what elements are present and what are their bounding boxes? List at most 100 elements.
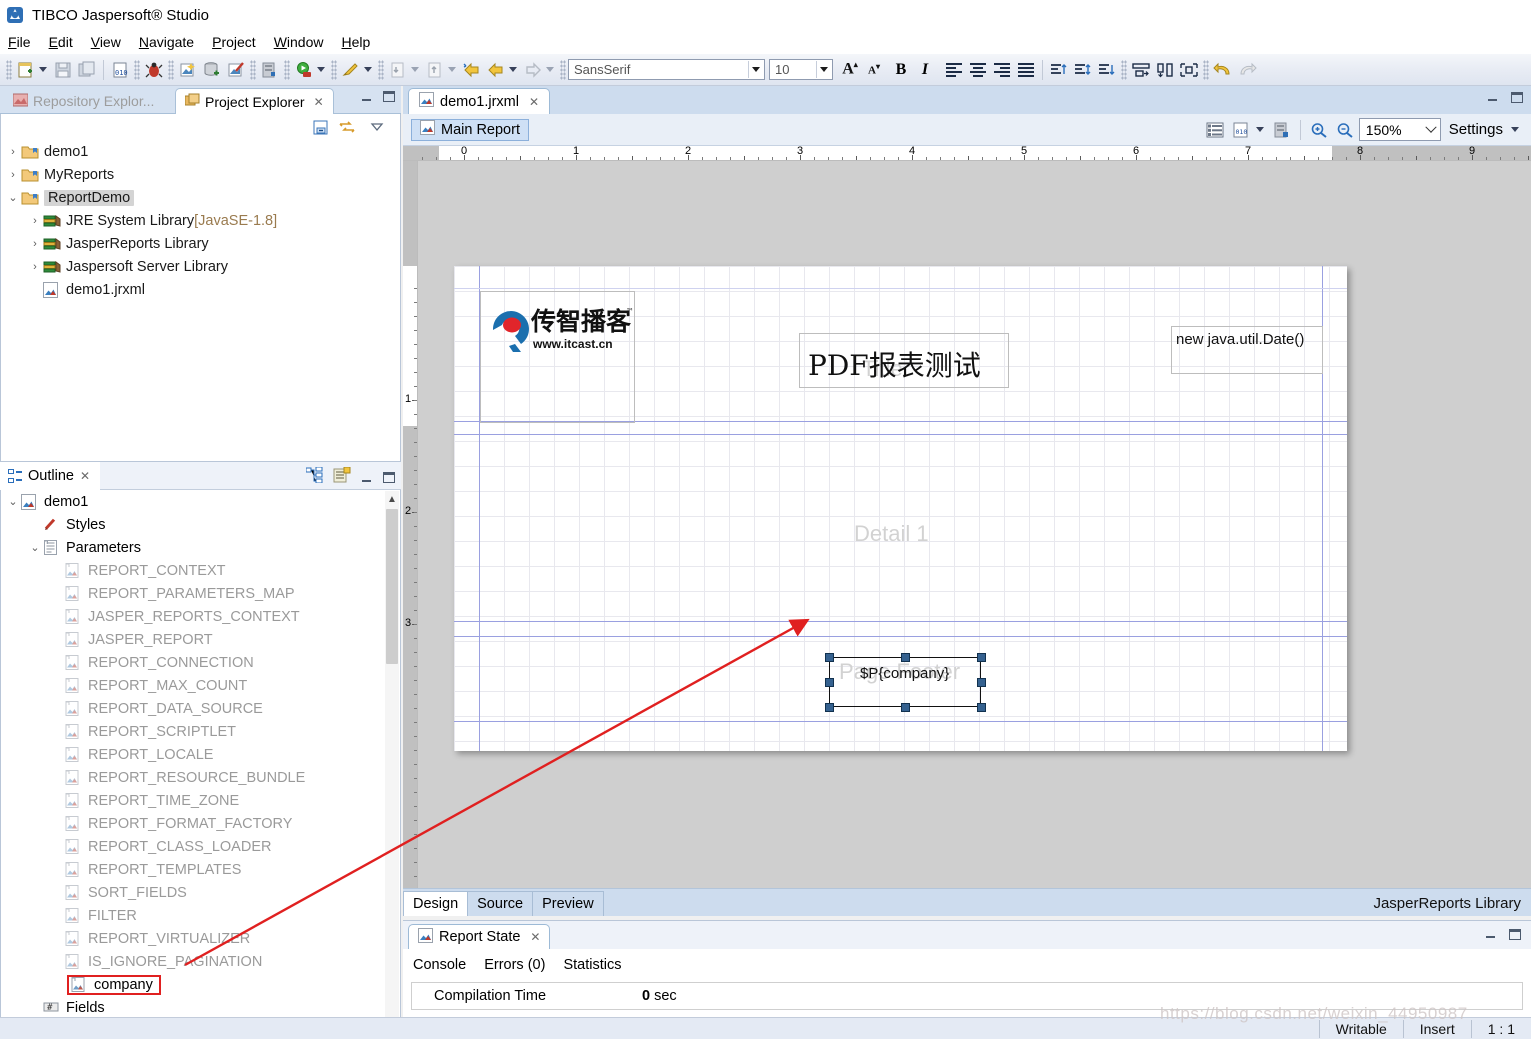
export-dropdown-icon[interactable]: [448, 67, 456, 72]
font-size-dropdown-icon[interactable]: [816, 61, 830, 78]
increase-font-icon[interactable]: A▴: [839, 59, 861, 81]
minimize-icon[interactable]: [1487, 92, 1499, 102]
outline-tree-item[interactable]: REPORT_DATA_SOURCE: [1, 697, 400, 720]
toolbar-grip[interactable]: [6, 59, 12, 80]
menu-edit[interactable]: Edit: [49, 34, 73, 50]
zoom-dropdown-icon[interactable]: [1422, 121, 1440, 134]
chevron-down-icon[interactable]: ⌄: [5, 191, 21, 204]
scroll-up-icon[interactable]: ▲: [385, 491, 399, 507]
settings-button[interactable]: Settings: [1443, 121, 1525, 138]
minimize-icon[interactable]: [1485, 929, 1497, 939]
new-style-icon[interactable]: [225, 59, 247, 81]
outline-tree-item[interactable]: REPORT_CONNECTION: [1, 651, 400, 674]
decrease-font-icon[interactable]: A▾: [863, 59, 885, 81]
back-dropdown-icon[interactable]: [509, 67, 517, 72]
outline-tree-item[interactable]: ⌄ demo1: [1, 490, 400, 513]
subtab-errors[interactable]: Errors (0): [484, 957, 545, 973]
forward-icon[interactable]: [485, 59, 507, 81]
outline-tree-item[interactable]: REPORT_VIRTUALIZER: [1, 927, 400, 950]
report-design-canvas[interactable]: Title Detail 1 Page Footer 传智播客 ™ www.it…: [418, 161, 1531, 916]
align-right-icon[interactable]: [991, 59, 1013, 81]
project-tree-item[interactable]: › demo1: [1, 140, 400, 163]
close-icon[interactable]: ✕: [529, 95, 539, 109]
maximize-icon[interactable]: [1509, 929, 1521, 940]
next-dropdown-icon[interactable]: [546, 67, 554, 72]
outline-tree-item[interactable]: company: [1, 973, 400, 996]
new-dropdown-icon[interactable]: [39, 67, 47, 72]
new-icon[interactable]: [15, 59, 37, 81]
run-icon[interactable]: [293, 59, 315, 81]
maximize-icon[interactable]: [383, 472, 395, 483]
view-menu-icon[interactable]: [368, 118, 386, 136]
outline-tree-item[interactable]: REPORT_CLASS_LOADER: [1, 835, 400, 858]
fit-selection-icon[interactable]: [1178, 59, 1200, 81]
tab-project-explorer[interactable]: Project Explorer ✕: [175, 88, 334, 114]
resize-handle-s[interactable]: [901, 703, 910, 712]
valign-middle-icon[interactable]: [1072, 59, 1094, 81]
undo-icon[interactable]: [1212, 59, 1234, 81]
chevron-right-icon[interactable]: ›: [5, 146, 21, 158]
minimize-icon[interactable]: [361, 92, 373, 102]
outline-scrollbar[interactable]: ▲ ▼: [385, 491, 399, 1033]
resize-handle-n[interactable]: [901, 653, 910, 662]
link-with-editor-icon[interactable]: [338, 118, 356, 136]
preview-dropdown-icon[interactable]: [364, 67, 372, 72]
settings-dropdown-icon[interactable]: [1511, 127, 1519, 132]
dataset-icon[interactable]: 010: [1230, 119, 1252, 141]
outline-tree-item[interactable]: REPORT_TEMPLATES: [1, 858, 400, 881]
resize-handle-nw[interactable]: [825, 653, 834, 662]
title-textfield-element[interactable]: PDF报表测试: [799, 333, 1009, 388]
new-report-icon[interactable]: [177, 59, 199, 81]
menu-file[interactable]: File: [8, 34, 31, 50]
chevron-right-icon[interactable]: ›: [27, 261, 43, 273]
valign-top-icon[interactable]: [1048, 59, 1070, 81]
outline-tree-item[interactable]: IS_IGNORE_PAGINATION: [1, 950, 400, 973]
align-center-icon[interactable]: [967, 59, 989, 81]
menu-project[interactable]: Project: [212, 34, 256, 50]
tab-preview[interactable]: Preview: [532, 891, 604, 916]
publish-dropdown-icon[interactable]: [411, 67, 419, 72]
outline-tree-item[interactable]: REPORT_TIME_ZONE: [1, 789, 400, 812]
outline-tree-item[interactable]: REPORT_RESOURCE_BUNDLE: [1, 766, 400, 789]
tab-repository-explorer[interactable]: Repository Explor...: [4, 88, 163, 114]
outline-tree-item[interactable]: Styles: [1, 513, 400, 536]
resize-handle-e[interactable]: [977, 678, 986, 687]
chevron-right-icon[interactable]: ›: [27, 238, 43, 250]
outline-tree-item[interactable]: REPORT_LOCALE: [1, 743, 400, 766]
menu-view[interactable]: View: [91, 34, 121, 50]
outline-tree-item[interactable]: SORT_FIELDS: [1, 881, 400, 904]
tab-report-state[interactable]: Report State ✕: [408, 924, 551, 949]
chevron-down-icon[interactable]: ⌄: [5, 495, 21, 508]
subtab-statistics[interactable]: Statistics: [563, 957, 621, 973]
align-left-icon[interactable]: [943, 59, 965, 81]
export-icon[interactable]: [424, 59, 446, 81]
project-tree-item[interactable]: › MyReports: [1, 163, 400, 186]
valign-bottom-icon[interactable]: [1096, 59, 1118, 81]
outline-tree-item[interactable]: # Fields: [1, 996, 400, 1019]
menu-window[interactable]: Window: [274, 34, 324, 50]
resize-handle-se[interactable]: [977, 703, 986, 712]
logo-image-element[interactable]: 传智播客 ™ www.itcast.cn: [480, 291, 635, 423]
zoom-level-combo[interactable]: 150%: [1358, 118, 1441, 141]
outline-tree[interactable]: ⌄ demo1 Styles ⌄ Parameters REPORT_CONTEXT REP…: [0, 490, 401, 1035]
zoom-out-icon[interactable]: [1334, 119, 1356, 141]
project-tree-item[interactable]: ⌄ ReportDemo: [1, 186, 400, 209]
font-size-combo[interactable]: 10: [769, 59, 833, 80]
maximize-icon[interactable]: [1511, 92, 1523, 103]
outline-tree-item[interactable]: REPORT_FORMAT_FACTORY: [1, 812, 400, 835]
dataset-dropdown-icon[interactable]: [1255, 127, 1264, 132]
collapse-all-icon[interactable]: [312, 118, 330, 136]
tab-source[interactable]: Source: [467, 891, 534, 916]
chevron-right-icon[interactable]: ›: [5, 169, 21, 181]
zoom-in-icon[interactable]: [1308, 119, 1330, 141]
menu-navigate[interactable]: Navigate: [139, 34, 194, 50]
debug-icon[interactable]: [143, 59, 165, 81]
outline-tree-item[interactable]: JASPER_REPORT: [1, 628, 400, 651]
font-family-dropdown-icon[interactable]: [748, 61, 762, 78]
maximize-icon[interactable]: [383, 91, 395, 102]
resize-handle-sw[interactable]: [825, 703, 834, 712]
report-page[interactable]: Title Detail 1 Page Footer 传智播客 ™ www.it…: [454, 266, 1347, 751]
outline-tree-item[interactable]: REPORT_SCRIPTLET: [1, 720, 400, 743]
sort-icon[interactable]: [333, 466, 351, 488]
next-icon[interactable]: [522, 59, 544, 81]
